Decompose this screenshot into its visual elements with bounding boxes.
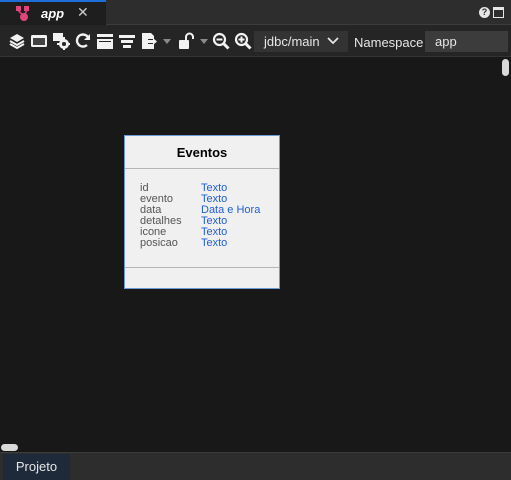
window-icon [31,35,47,47]
gear-icon [53,33,70,50]
datasource-select[interactable]: jdbc/main [254,31,348,52]
namespace-label: Namespace [354,35,424,50]
refresh-icon [75,33,91,48]
horizontal-scrollbar[interactable] [1,444,18,451]
maximize-icon[interactable] [493,7,504,18]
entity-title: Eventos [125,136,279,169]
bottom-panel: Projeto [0,452,511,480]
window-button[interactable] [30,32,48,50]
tab-projeto[interactable]: Projeto [3,454,70,480]
chevron-down-icon [327,37,339,45]
field-type: Texto [201,237,228,249]
tab-bar: app ✕ ? [0,0,511,25]
entity-box[interactable]: Eventos id Texto evento Texto data Data … [124,135,280,289]
zoom-in-button[interactable] [234,32,252,50]
entity-fields: id Texto evento Texto data Data e Hora d… [140,183,275,249]
toolbar: jdbc/main Namespace [0,25,511,57]
entity-field-row[interactable]: posicao Texto [140,238,275,249]
export-dropdown-caret[interactable] [163,39,171,44]
settings-button[interactable] [52,32,70,50]
layers-icon [9,34,25,50]
tab-app[interactable]: app ✕ [0,0,106,25]
refresh-button[interactable] [74,32,92,50]
align-center-icon [119,35,135,48]
close-icon[interactable]: ✕ [77,5,89,19]
tab-title: app [41,6,65,21]
align-left-button[interactable] [96,32,114,50]
lock-button[interactable] [177,32,195,50]
vertical-scrollbar[interactable] [502,59,509,76]
zoom-in-icon [234,32,252,50]
zoom-out-icon [212,32,230,50]
unlock-icon [179,32,194,49]
export-icon [142,33,157,49]
align-center-button[interactable] [118,32,136,50]
align-left-icon [97,34,113,49]
layers-button[interactable] [8,32,26,50]
datasource-select-value: jdbc/main [264,34,320,49]
zoom-out-button[interactable] [212,32,230,50]
entity-diagram-icon [15,5,33,23]
export-button[interactable] [140,32,158,50]
question-icon[interactable]: ? [479,7,490,18]
namespace-input[interactable] [425,31,508,52]
app-window: app ✕ ? jdbc/main Namespace app Eventos … [0,0,511,480]
lock-dropdown-caret[interactable] [200,39,208,44]
entity-footer-divider [125,267,279,268]
field-name: posicao [140,237,178,249]
